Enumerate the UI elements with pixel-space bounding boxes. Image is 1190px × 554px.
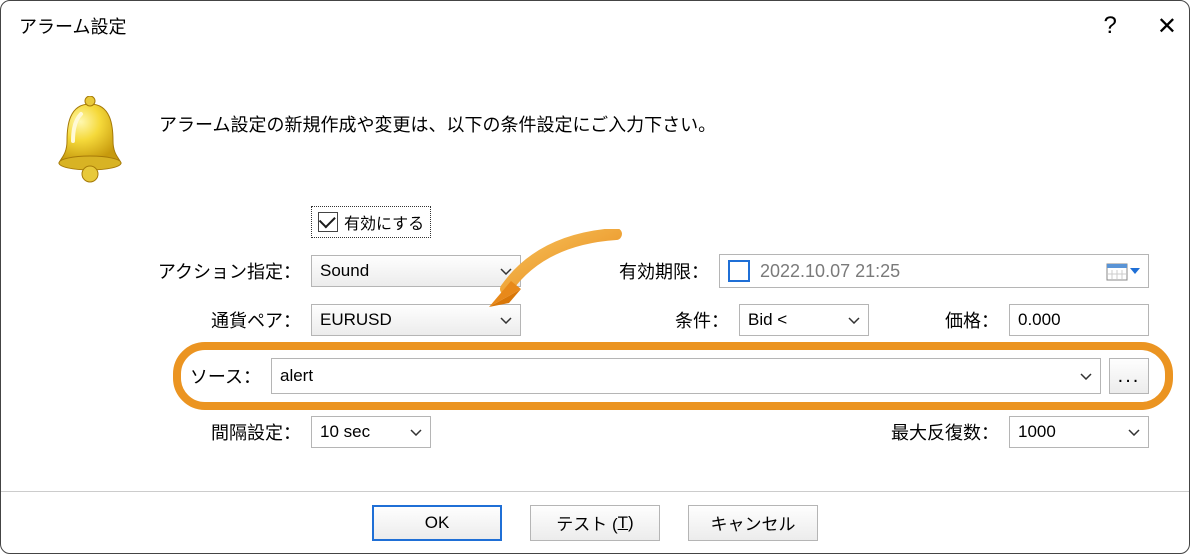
enable-label: 有効にする bbox=[344, 210, 424, 234]
interval-value: 10 sec bbox=[320, 422, 370, 442]
chevron-down-icon bbox=[1128, 429, 1140, 436]
source-value: alert bbox=[280, 366, 313, 386]
condition-dropdown[interactable]: Bid < bbox=[739, 304, 869, 336]
price-input[interactable]: 0.000 bbox=[1009, 304, 1149, 336]
action-expiry-row: アクション指定： Sound 有効期限： 2022.10.07 21:25 bbox=[101, 254, 1149, 288]
description-text: アラーム設定の新規作成や変更は、以下の条件設定にご入力下さい。 bbox=[159, 96, 716, 137]
calendar-icon bbox=[1106, 261, 1128, 281]
help-button[interactable]: ? bbox=[1104, 12, 1117, 40]
price-label: 価格： bbox=[869, 307, 1009, 333]
action-label: アクション指定： bbox=[101, 258, 311, 284]
interval-label: 間隔設定： bbox=[101, 419, 311, 445]
close-button[interactable]: ✕ bbox=[1157, 12, 1177, 41]
chevron-down-icon bbox=[1080, 373, 1092, 380]
dialog-content: アラーム設定の新規作成や変更は、以下の条件設定にご入力下さい。 有効にする アク… bbox=[1, 51, 1189, 448]
symbol-value: EURUSD bbox=[320, 310, 392, 330]
checkbox-icon bbox=[318, 212, 338, 232]
chevron-down-icon bbox=[410, 429, 422, 436]
browse-button[interactable]: ... bbox=[1109, 358, 1149, 394]
expiry-value: 2022.10.07 21:25 bbox=[760, 261, 900, 282]
source-label: ソース： bbox=[101, 363, 271, 389]
cancel-button[interactable]: キャンセル bbox=[688, 505, 818, 541]
expiry-label: 有効期限： bbox=[599, 258, 719, 284]
source-dropdown[interactable]: alert bbox=[271, 358, 1101, 394]
condition-value: Bid < bbox=[748, 310, 787, 330]
maxrepeat-value: 1000 bbox=[1018, 422, 1056, 442]
chevron-down-icon bbox=[848, 317, 860, 324]
symbol-dropdown[interactable]: EURUSD bbox=[311, 304, 521, 336]
action-dropdown[interactable]: Sound bbox=[311, 255, 521, 287]
titlebar-buttons: ? ✕ bbox=[1104, 1, 1177, 51]
test-button[interactable]: テスト (T) bbox=[530, 505, 660, 541]
price-value: 0.000 bbox=[1018, 310, 1061, 330]
chevron-down-icon bbox=[500, 317, 512, 324]
interval-dropdown[interactable]: 10 sec bbox=[311, 416, 431, 448]
source-row: ソース： alert ... bbox=[101, 358, 1149, 394]
dialog-title: アラーム設定 bbox=[19, 13, 126, 39]
maxrepeat-dropdown[interactable]: 1000 bbox=[1009, 416, 1149, 448]
chevron-down-icon bbox=[500, 268, 512, 275]
interval-repeat-row: 間隔設定： 10 sec 最大反復数： 1000 bbox=[101, 416, 1149, 448]
condition-label: 条件： bbox=[659, 307, 739, 333]
alarm-settings-dialog: アラーム設定 ? ✕ bbox=[0, 0, 1190, 554]
header-row: アラーム設定の新規作成や変更は、以下の条件設定にご入力下さい。 bbox=[41, 71, 1149, 186]
chevron-down-icon bbox=[1130, 268, 1140, 274]
calendar-button[interactable] bbox=[1102, 259, 1144, 283]
action-value: Sound bbox=[320, 261, 369, 281]
expiry-field[interactable]: 2022.10.07 21:25 bbox=[719, 254, 1149, 288]
titlebar: アラーム設定 ? ✕ bbox=[1, 1, 1189, 51]
symbol-label: 通貨ペア： bbox=[101, 307, 311, 333]
enable-row: 有効にする bbox=[101, 206, 1149, 238]
bell-icon bbox=[51, 96, 129, 186]
enable-checkbox[interactable]: 有効にする bbox=[311, 206, 431, 238]
expiry-checkbox[interactable] bbox=[728, 260, 750, 282]
form-area: 有効にする アクション指定： Sound 有効期限： 2022.10.07 21… bbox=[41, 186, 1149, 448]
symbol-condition-row: 通貨ペア： EURUSD 条件： Bid < 価格： 0.000 bbox=[101, 304, 1149, 336]
button-bar: OK テスト (T) キャンセル bbox=[1, 491, 1189, 553]
maxrepeat-label: 最大反復数： bbox=[859, 419, 1009, 445]
ok-button[interactable]: OK bbox=[372, 505, 502, 541]
